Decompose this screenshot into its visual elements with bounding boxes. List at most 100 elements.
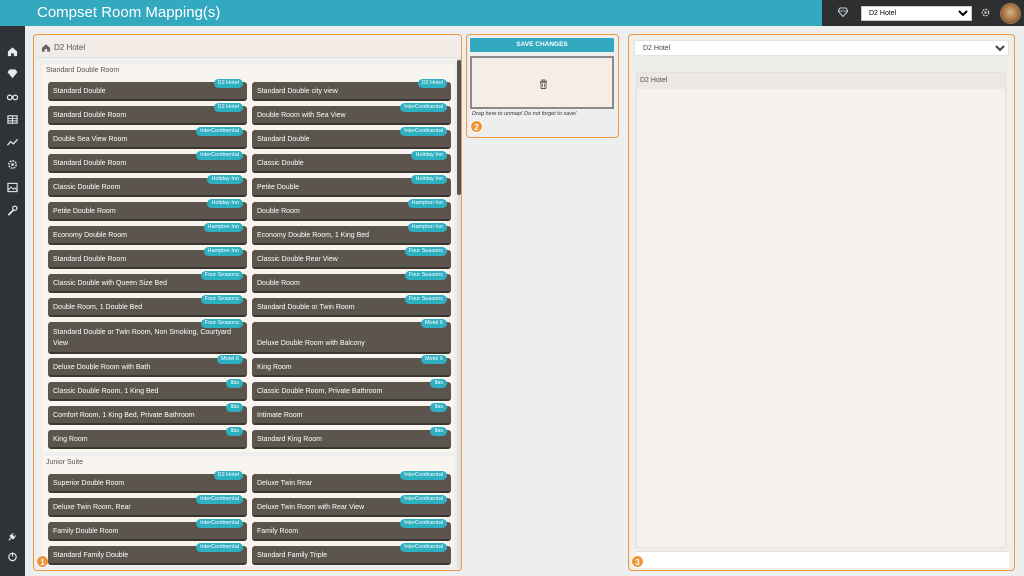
hotel-tag: InterContinental <box>400 543 447 552</box>
hotel-tag: Ibis <box>226 403 243 412</box>
hotel-tag: InterContinental <box>196 151 243 160</box>
step-badge-3: 3 <box>631 555 644 568</box>
room-card[interactable]: Deluxe Twin Room, Rear InterContinental <box>48 495 247 517</box>
hotel-heading: D2 Hotel <box>36 38 456 58</box>
room-name: Superior Double Room <box>53 480 125 487</box>
hotel-tag: Ibis <box>226 379 243 388</box>
room-card[interactable]: Classic Double with Queen Size Bed Four S… <box>48 271 247 293</box>
room-card[interactable]: Standard Double InterContinental <box>252 127 451 149</box>
room-name: Standard Family Double <box>53 552 129 559</box>
room-card[interactable]: Classic Double Room, 1 King Bed Ibis <box>48 379 247 401</box>
unmap-dropzone[interactable] <box>470 56 614 109</box>
hotel-tag: InterContinental <box>400 519 447 528</box>
avatar[interactable] <box>1000 3 1021 24</box>
grid-icon[interactable] <box>7 114 18 125</box>
room-card[interactable]: Double Room Hampton Inn <box>252 199 451 221</box>
room-card[interactable]: Classic Double Holiday Inn <box>252 151 451 173</box>
diamond-icon[interactable] <box>7 68 18 79</box>
room-card[interactable]: Deluxe Double Room with Bath Motel 6 <box>48 355 247 377</box>
room-card[interactable]: Economy Double Room Hampton Inn <box>48 223 247 245</box>
home-icon[interactable] <box>7 46 18 57</box>
power-icon[interactable] <box>7 551 18 562</box>
room-name: Intimate Room <box>257 412 303 419</box>
hotel-tag: Holiday Inn <box>411 151 447 160</box>
room-card[interactable]: King Room Motel 6 <box>252 355 451 377</box>
hotel-tag: Four Seasons <box>200 271 243 280</box>
room-name: Classic Double Rear View <box>257 256 338 263</box>
room-card[interactable]: Classic Double Room Holiday Inn <box>48 175 247 197</box>
room-card[interactable]: Deluxe Twin Rear InterContinental <box>252 471 451 493</box>
room-card[interactable]: Deluxe Double Room with Balcony Motel 6 <box>252 319 451 354</box>
room-card[interactable]: Standard Double or Twin Room, Non Smokin… <box>48 319 247 354</box>
room-card[interactable]: Standard Double D2 Hotel <box>48 79 247 101</box>
room-card[interactable]: Comfort Room, 1 King Bed, Private Bathro… <box>48 403 247 425</box>
target-hotel-select[interactable]: D2 Hotel <box>634 40 1009 56</box>
hotel-select[interactable]: D2 Hotel <box>861 6 972 21</box>
hotel-tag: Four Seasons <box>404 295 447 304</box>
room-card[interactable]: Family Room InterContinental <box>252 519 451 541</box>
binoculars-icon[interactable] <box>7 91 18 102</box>
hotel-tag: Holiday Inn <box>207 175 243 184</box>
room-card[interactable]: Deluxe Twin Room with Rear View InterCont… <box>252 495 451 517</box>
room-card[interactable]: Double Room with Sea View InterContinenta… <box>252 103 451 125</box>
room-card[interactable]: Petite Double Room Holiday Inn <box>48 199 247 221</box>
hotel-tag: InterContinental <box>196 495 243 504</box>
room-name: Deluxe Twin Rear <box>257 480 313 487</box>
room-card[interactable]: Standard Double city view D2 Hotel <box>252 79 451 101</box>
room-card[interactable]: Classic Double Room, Private Bathroom Ibi… <box>252 379 451 401</box>
room-card[interactable]: Classic Double Rear View Four Seasons <box>252 247 451 269</box>
chart-icon[interactable] <box>7 137 18 148</box>
drop-hint: Drag here to unmap! Do not forget to sav… <box>472 111 577 117</box>
room-card[interactable]: King Room Ibis <box>48 427 247 449</box>
hotel-tag: Motel 6 <box>216 355 243 364</box>
room-card[interactable]: Standard Double Room Hampton Inn <box>48 247 247 269</box>
hotel-tag: Ibis <box>430 427 447 436</box>
room-name: Deluxe Double Room with Bath <box>53 364 151 371</box>
room-card[interactable]: Economy Double Room, 1 King Bed Hampton I… <box>252 223 451 245</box>
room-group-title: Junior Suite <box>46 459 83 466</box>
room-name: Family Room <box>257 528 299 535</box>
room-card[interactable]: Standard Double or Twin Room Four Seasons <box>252 295 451 317</box>
hotel-tag: InterContinental <box>400 103 447 112</box>
target-mapping-list[interactable] <box>636 72 1006 548</box>
room-name: King Room <box>53 436 88 443</box>
room-card[interactable]: Double Room Four Seasons <box>252 271 451 293</box>
hotel-tag: Holiday Inn <box>207 199 243 208</box>
wrench-icon[interactable] <box>7 205 18 216</box>
room-card[interactable]: Double Sea View Room InterContinental <box>48 127 247 149</box>
room-card[interactable]: Double Room, 1 Double Bed Four Seasons <box>48 295 247 317</box>
diamond-icon[interactable] <box>838 7 848 17</box>
room-card[interactable]: Standard Family Double InterContinental <box>48 543 247 565</box>
room-card[interactable]: Petite Double Holiday Inn <box>252 175 451 197</box>
room-name: Deluxe Twin Room with Rear View <box>257 504 365 511</box>
room-card[interactable]: Standard Family Triple InterContinental <box>252 543 451 565</box>
room-card[interactable]: Standard Double Room InterContinental <box>48 151 247 173</box>
room-name: Petite Double <box>257 184 300 191</box>
target-panel-footer <box>636 551 1009 568</box>
gear-icon[interactable] <box>980 7 991 18</box>
hotel-tag: InterContinental <box>400 495 447 504</box>
room-card[interactable]: Standard King Room Ibis <box>252 427 451 449</box>
image-icon[interactable] <box>7 182 18 193</box>
room-name: Economy Double Room <box>53 232 127 239</box>
hotel-tag: InterContinental <box>400 127 447 136</box>
plug-icon[interactable] <box>7 531 18 542</box>
scrollbar-thumb[interactable] <box>457 60 461 195</box>
room-card[interactable]: Superior Double Room D2 Hotel <box>48 471 247 493</box>
settings-icon[interactable] <box>7 159 18 170</box>
room-card[interactable]: Intimate Room Ibis <box>252 403 451 425</box>
hotel-tag: InterContinental <box>196 519 243 528</box>
room-name: Double Room, 1 Double Bed <box>53 304 143 311</box>
hotel-tag: Ibis <box>430 379 447 388</box>
room-name: Economy Double Room, 1 King Bed <box>257 232 370 239</box>
hotel-tag: Four Seasons <box>200 295 243 304</box>
save-changes-button[interactable]: SAVE CHANGES <box>470 38 614 52</box>
room-name: Standard Double or Twin Room <box>257 304 355 311</box>
room-card[interactable]: Standard Double Room D2 Hotel <box>48 103 247 125</box>
room-card[interactable]: Family Double Room InterContinental <box>48 519 247 541</box>
room-name: Standard Double Room <box>53 256 127 263</box>
step-badge-2: 2 <box>470 120 483 133</box>
hotel-tag: D2 Hotel <box>213 471 243 480</box>
hotel-tag: InterContinental <box>400 471 447 480</box>
room-name: Petite Double Room <box>53 208 116 215</box>
